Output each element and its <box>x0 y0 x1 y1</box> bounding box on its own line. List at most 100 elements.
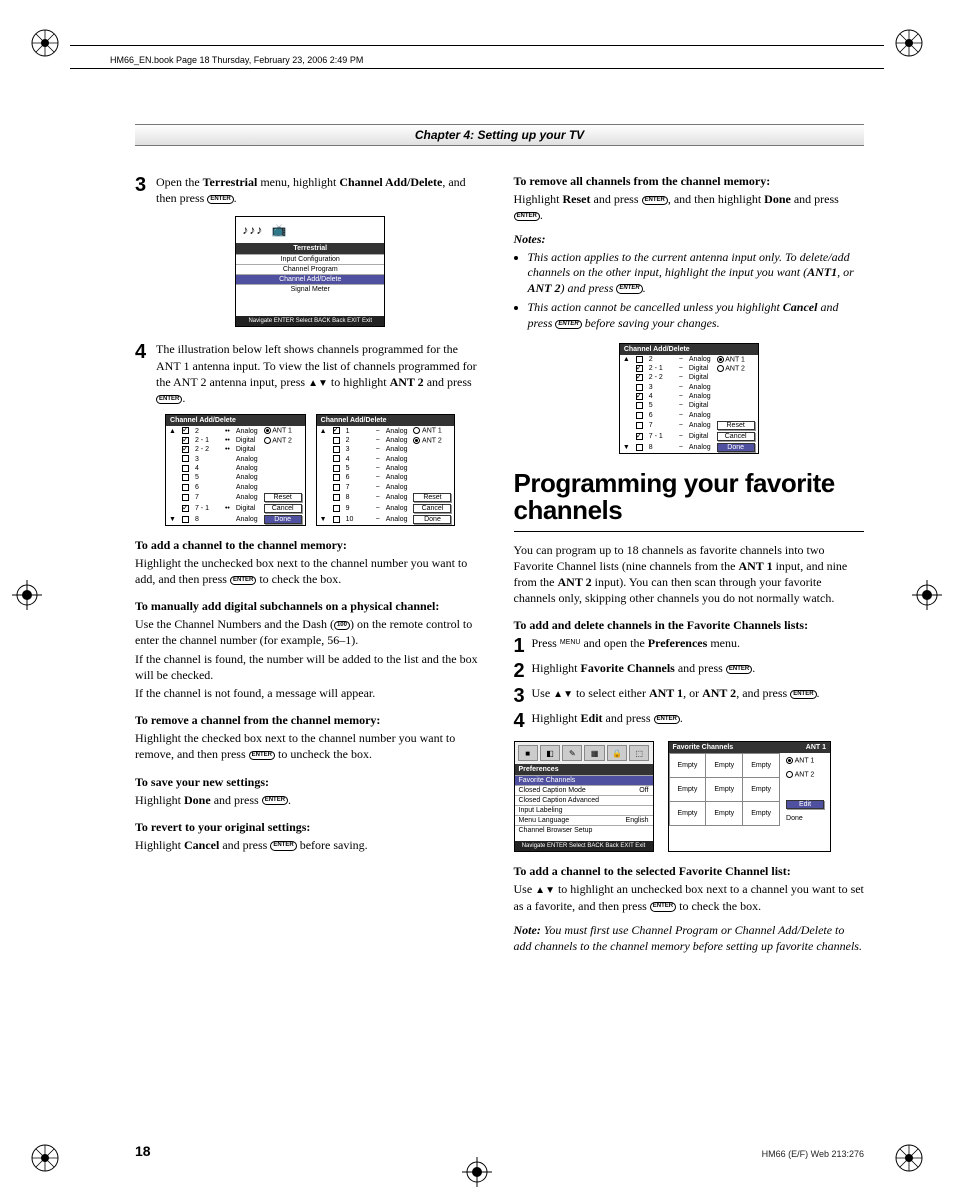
text: , or <box>683 686 702 700</box>
notes-list: This action applies to the current anten… <box>528 250 865 332</box>
text: Cancel <box>184 838 219 852</box>
preferences-osd: ■◧✎▦🔒⬚ Preferences Favorite ChannelsClos… <box>514 741 654 852</box>
enter-icon: ENTER <box>262 796 288 805</box>
enter-icon: ENTER <box>249 751 275 760</box>
text: and open the <box>580 636 647 650</box>
text: Use <box>514 882 536 896</box>
crop-mark-bl <box>30 1143 60 1173</box>
target-right-icon <box>912 580 942 610</box>
text: . <box>817 686 820 700</box>
target-bottom-icon <box>462 1157 492 1187</box>
text: Terrestrial <box>203 175 258 189</box>
text: ANT 1 <box>738 559 772 573</box>
osd-item: Channel Program <box>236 264 384 274</box>
crop-mark-br <box>894 1143 924 1173</box>
text: Use <box>532 686 554 700</box>
channel-table-center: Channel Add/Delete ▲2−Analog ANT 12 - 1−… <box>619 343 759 454</box>
text: ANT 2 <box>795 771 815 778</box>
osd-item-selected: Channel Add/Delete <box>236 274 384 284</box>
enter-icon: ENTER <box>230 576 256 585</box>
crop-mark-tl <box>30 28 60 58</box>
osd-footer: Navigate ENTER Select BACK Back EXIT Exi… <box>515 841 653 851</box>
text: Highlight <box>532 711 581 725</box>
heading-add-channel: To add a channel to the channel memory: <box>135 538 486 553</box>
footer-right: HM66 (E/F) Web 213:276 <box>762 1149 864 1159</box>
text: If the channel is found, the number will… <box>135 651 486 683</box>
enter-icon: ENTER <box>726 665 752 674</box>
enter-icon: ENTER <box>555 320 581 329</box>
text: and press <box>675 661 726 675</box>
text: If the channel is not found, a message w… <box>135 685 486 701</box>
text: and press <box>791 192 839 206</box>
text: menu, highlight <box>257 175 339 189</box>
step-number-2: 2 <box>514 660 532 683</box>
arrow-icon: ▲▼ <box>535 885 555 896</box>
text: Favorite Channels <box>581 661 675 675</box>
text: Open the <box>156 175 203 189</box>
text: menu. <box>707 636 740 650</box>
text: This action applies to the current anten… <box>528 250 850 280</box>
text: , or <box>837 265 854 279</box>
step-number-3: 3 <box>135 174 153 197</box>
text: Highlight <box>514 192 563 206</box>
enter-icon: ENTER <box>616 284 642 293</box>
text: . <box>234 191 237 205</box>
enter-icon: ENTER <box>156 395 182 404</box>
text: ANT 2 <box>528 281 561 295</box>
terrestrial-osd: ♪♪♪ 📺 Terrestrial Input Configuration Ch… <box>235 216 385 327</box>
enter-icon: ENTER <box>514 212 540 221</box>
text: and press <box>211 793 262 807</box>
arrow-icon: ▲▼ <box>308 378 328 389</box>
osd-title: Preferences <box>515 764 653 775</box>
text: and press <box>424 375 472 389</box>
text: Channel Add/Delete <box>339 175 442 189</box>
enter-icon: ENTER <box>650 902 676 911</box>
heading-add-fav-list: To add a channel to the selected Favorit… <box>514 864 865 879</box>
text: ANT 2 <box>390 375 424 389</box>
heading-remove-channel: To remove a channel from the channel mem… <box>135 713 486 728</box>
note-label: Note: <box>514 923 541 937</box>
text: Done <box>764 192 791 206</box>
enter-icon: ENTER <box>270 841 296 850</box>
enter-icon: ENTER <box>207 195 233 204</box>
osd-item: Input Configuration <box>236 254 384 264</box>
text: Reset <box>563 192 591 206</box>
channel-table-ant2: Channel Add/Delete ▲1−Analog ANT 12−Anal… <box>316 414 456 525</box>
osd-item: Signal Meter <box>236 284 384 294</box>
text: and press <box>603 711 654 725</box>
text: Highlight <box>135 838 184 852</box>
text: to uncheck the box. <box>275 747 372 761</box>
chapter-title: Chapter 4: Setting up your TV <box>135 124 864 146</box>
step-number-4: 4 <box>135 341 153 364</box>
text: , and then highlight <box>668 192 764 206</box>
text: and press <box>219 838 270 852</box>
target-left-icon <box>12 580 42 610</box>
page-number: 18 <box>135 1143 151 1159</box>
text: ANT 1 <box>795 758 815 765</box>
osd-ant-label: ANT 1 <box>806 744 826 751</box>
book-header: HM66_EN.book Page 18 Thursday, February … <box>110 55 363 65</box>
text: Highlight <box>532 661 581 675</box>
text: Done <box>184 793 211 807</box>
text: and press <box>591 192 642 206</box>
text: Cancel <box>783 300 818 314</box>
text: Edit <box>581 711 603 725</box>
heading-revert-settings: To revert to your original settings: <box>135 820 486 835</box>
osd-title: Terrestrial <box>236 243 384 254</box>
text: . <box>288 793 291 807</box>
heading-manual-subchannels: To manually add digital subchannels on a… <box>135 599 486 614</box>
step-number-1: 1 <box>514 635 532 658</box>
text: This action cannot be cancelled unless y… <box>528 300 783 314</box>
text: to check the box. <box>256 572 341 586</box>
text: to check the box. <box>676 899 761 913</box>
text: . <box>182 391 185 405</box>
step-number-3b: 3 <box>514 685 532 708</box>
text: . <box>643 281 646 295</box>
text: to highlight <box>328 375 390 389</box>
channel-table-ant1: Channel Add/Delete ▲2••Analog ANT 12 - 1… <box>165 414 306 525</box>
text: to select either <box>573 686 649 700</box>
text: . <box>680 711 683 725</box>
text: ) and press <box>561 281 617 295</box>
text: Press <box>532 636 560 650</box>
text: Use the Channel Numbers and the Dash ( <box>135 617 334 631</box>
